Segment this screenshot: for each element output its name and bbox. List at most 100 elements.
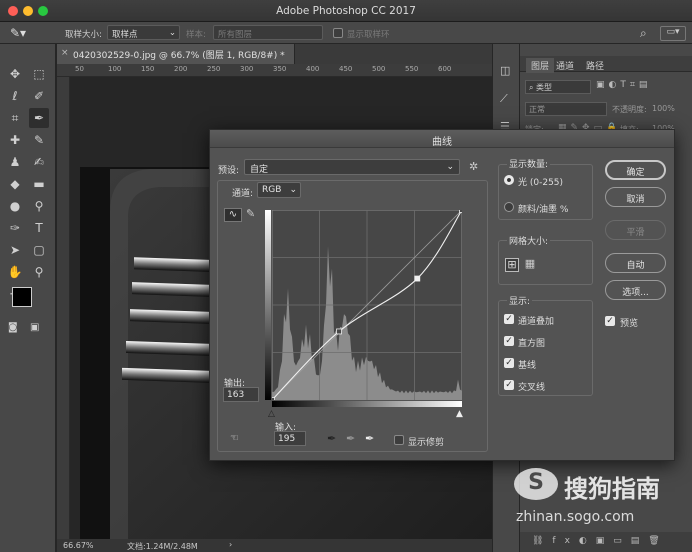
tab-channels[interactable]: 通道 [556, 59, 574, 72]
chevron-right-icon[interactable]: › [229, 540, 232, 549]
ruler-tick-label: 250 [207, 65, 221, 73]
adjustments-panel-icon[interactable]: ⟋ [500, 92, 508, 106]
type-tool-icon[interactable]: T [29, 218, 49, 238]
auto-button[interactable]: 自动 [605, 253, 666, 273]
detailed-grid-icon[interactable]: ▦ [523, 258, 537, 272]
black-point-slider[interactable]: △ [268, 409, 275, 419]
tab-bar-empty [295, 44, 492, 64]
display-amount-label: 显示数量: [507, 157, 551, 170]
output-field[interactable]: 163 [223, 387, 259, 402]
foreground-color-swatch[interactable] [12, 287, 32, 307]
blend-mode-select[interactable]: 正常 [525, 102, 607, 116]
opacity-value[interactable]: 100% [652, 104, 675, 113]
preset-label: 预设: [218, 166, 240, 176]
document-title: 0420302529-0.jpg @ 66.7% (图层 1, RGB/8#) … [73, 51, 285, 61]
document-tab[interactable]: × 0420302529-0.jpg @ 66.7% (图层 1, RGB/8#… [57, 44, 295, 64]
rectangle-tool-icon[interactable]: ▢ [29, 240, 49, 260]
histogram-checkbox[interactable]: ✓ [504, 336, 514, 346]
input-field[interactable]: 195 [274, 431, 306, 446]
eyedropper-tool-icon[interactable]: ✒ [29, 108, 49, 128]
curve-control-point[interactable] [459, 210, 463, 213]
preview-checkbox[interactable]: ✓ [605, 316, 615, 326]
white-eyedropper-icon[interactable]: ✒ [365, 432, 374, 445]
smooth-button[interactable]: 平滑 [605, 220, 666, 240]
eraser-tool-icon[interactable]: ◆ [5, 174, 25, 194]
sample-size-select[interactable]: 取样点 ⌄ [107, 25, 180, 40]
hand-tool-icon[interactable]: ✋ [5, 262, 25, 282]
quick-mask-icon[interactable]: ◙ [8, 322, 18, 333]
ruler-tick-label: 450 [339, 65, 353, 73]
history-brush-icon[interactable]: ✍ [29, 152, 49, 172]
panel-tabbar: 图层 通道 路径 [520, 56, 692, 73]
gear-icon[interactable]: ✲ [469, 160, 478, 173]
watermark-brand: 搜狗指南 [564, 475, 660, 503]
filter-icons[interactable]: ▣◐T⌗▤ [596, 80, 651, 90]
healing-brush-icon[interactable]: ✚ [5, 130, 25, 150]
layer-kind-filter[interactable]: ⌕ 类型 [525, 80, 591, 94]
quick-select-tool-icon[interactable]: ✐ [29, 86, 49, 106]
histogram-label: 直方图 [518, 339, 546, 349]
channel-overlays-checkbox[interactable]: ✓ [504, 314, 514, 324]
light-radio[interactable] [504, 175, 514, 185]
output-gradient [265, 210, 271, 400]
preset-select[interactable]: 自定 ⌄ [244, 159, 460, 175]
curve-graph[interactable] [272, 210, 462, 400]
move-tool-icon[interactable]: ✥ [5, 64, 25, 84]
zoom-level[interactable]: 66.67% [63, 541, 94, 550]
color-panel-icon[interactable]: ◫ [500, 64, 510, 77]
watermark-url: zhinan.sogo.com [516, 509, 635, 525]
tab-paths[interactable]: 路径 [586, 59, 604, 72]
cancel-button[interactable]: 取消 [605, 187, 666, 207]
ruler-tick-label: 100 [108, 65, 122, 73]
eyedropper-tool-icon[interactable]: ✎▾ [10, 26, 26, 40]
path-select-icon[interactable]: ➤ [5, 240, 25, 260]
grid-size-label: 网格大小: [507, 234, 551, 247]
curve-control-point[interactable] [414, 275, 421, 282]
tab-layers[interactable]: 图层 [526, 58, 555, 73]
show-ring-label: 显示取样环 [347, 30, 390, 40]
dialog-title: 曲线 [210, 130, 674, 148]
chevron-down-icon: ⌄ [168, 28, 176, 38]
ruler-tick-label: 500 [372, 65, 386, 73]
clone-stamp-icon[interactable]: ♟ [5, 152, 25, 172]
ok-button[interactable]: 确定 [605, 160, 666, 180]
intersection-line-checkbox[interactable]: ✓ [504, 380, 514, 390]
channel-select[interactable]: RGB ⌄ [257, 182, 301, 198]
chevron-down-icon: ⌄ [289, 185, 297, 195]
sample-size-label: 取样大小: [65, 30, 102, 40]
zoom-tool-icon[interactable]: ⚲ [29, 262, 49, 282]
curve-control-point[interactable] [272, 397, 275, 401]
brush-tool-icon[interactable]: ✎ [29, 130, 49, 150]
pencil-icon[interactable]: ✎ [246, 207, 255, 220]
marquee-tool-icon[interactable]: ⬚ [29, 64, 49, 84]
lasso-tool-icon[interactable]: ℓ [5, 86, 25, 106]
baseline-checkbox[interactable]: ✓ [504, 358, 514, 368]
search-icon[interactable]: ⌕ [640, 26, 647, 41]
opacity-label: 不透明度: [612, 105, 647, 114]
target-adjust-icon[interactable]: ☜ [230, 433, 239, 444]
show-clipping-checkbox[interactable] [394, 435, 404, 445]
screen-mode-icon[interactable]: ▣ [30, 322, 39, 333]
sample-select[interactable]: 所有图层 [213, 25, 323, 40]
options-button[interactable]: 选项... [605, 280, 666, 300]
curve-control-point[interactable] [336, 328, 342, 335]
layers-footer-icons[interactable]: ⛓fx◐▣▭▤🗑 [520, 532, 692, 552]
vertical-ruler [57, 77, 70, 539]
black-eyedropper-icon[interactable]: ✒ [327, 432, 336, 445]
blur-tool-icon[interactable]: ● [5, 196, 25, 216]
dodge-tool-icon[interactable]: ⚲ [29, 196, 49, 216]
input-gradient [272, 401, 462, 407]
workspace-icon[interactable]: ▭▾ [660, 26, 686, 41]
show-ring-checkbox[interactable] [333, 28, 343, 38]
gradient-tool-icon[interactable]: ▬ [29, 174, 49, 194]
white-point-slider[interactable]: ▲ [456, 409, 463, 419]
pen-tool-icon[interactable]: ✑ [5, 218, 25, 238]
close-tab-icon[interactable]: × [61, 48, 69, 58]
pigment-radio[interactable] [504, 202, 514, 212]
gray-eyedropper-icon[interactable]: ✒ [346, 432, 355, 445]
curve-edit-icon[interactable]: ∿ [224, 208, 242, 222]
crop-tool-icon[interactable]: ⌗ [5, 108, 25, 128]
app-title: Adobe Photoshop CC 2017 [276, 5, 416, 17]
document-size: 文档:1.24M/2.48M [127, 542, 198, 551]
simple-grid-icon[interactable]: ⊞ [505, 258, 519, 272]
